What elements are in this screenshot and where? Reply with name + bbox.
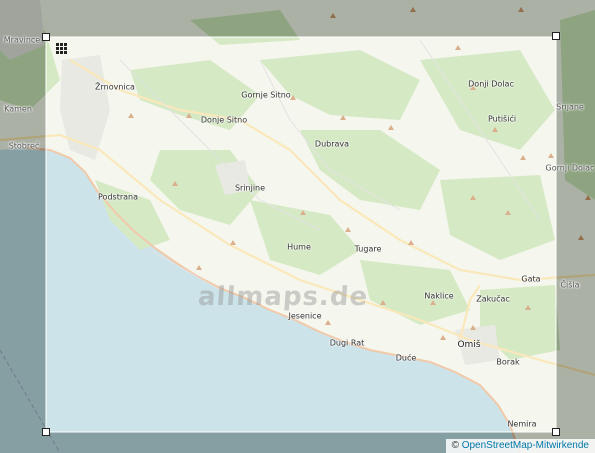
place-label-nemira: Nemira <box>507 419 537 429</box>
place-label-naklice: Naklice <box>424 291 454 301</box>
place-label-donje-sitno: Donje Sitno <box>200 115 248 125</box>
place-label-podstrana: Podstrana <box>98 192 138 202</box>
map-tiles <box>0 0 595 453</box>
place-label-mravince: Mravince <box>3 35 41 45</box>
copyright-symbol: © <box>451 440 459 451</box>
place-label-tugare: Tugare <box>354 244 382 254</box>
resize-handle-top-left[interactable] <box>42 33 50 41</box>
place-label-gornje-sitno: Gornje Sitno <box>241 90 291 100</box>
selection-area <box>45 36 557 433</box>
attribution-link[interactable]: OpenStreetMap-Mitwirkende <box>462 440 589 451</box>
place-label-srijane: Srijane <box>556 102 584 112</box>
place-label-omis: Omiš <box>457 340 481 350</box>
place-label-duce: Duće <box>395 353 417 363</box>
place-label-kamen: Kamen <box>4 104 32 114</box>
place-label-putisici: Putišići <box>487 114 517 124</box>
watermark: allmaps.de <box>196 282 370 312</box>
place-label-zrnovnica: Žrnovnica <box>95 82 135 92</box>
attribution: © OpenStreetMap-Mitwirkende <box>445 439 595 453</box>
place-label-dugi-rat: Dugi Rat <box>329 338 365 348</box>
resize-handle-bottom-right[interactable] <box>552 428 560 436</box>
place-label-gata: Gata <box>521 274 541 284</box>
place-label-jesenice: Jesenice <box>288 311 322 321</box>
place-label-srinjine: Srinjine <box>234 183 266 193</box>
place-label-gornji-dolac: Gornji Dolac <box>545 163 595 173</box>
map-view[interactable]: Mravince Kamen Stobreč Žrnovnica Gornje … <box>0 0 595 453</box>
resize-handle-top-right[interactable] <box>552 32 560 40</box>
place-label-dubrava: Dubrava <box>314 139 350 149</box>
place-label-zakucac: Zakučac <box>476 294 510 304</box>
grid-icon[interactable] <box>56 43 67 54</box>
place-label-donji-dolac: Donji Dolac <box>468 79 514 89</box>
resize-handle-bottom-left[interactable] <box>42 428 50 436</box>
place-label-cisla: Čišla <box>560 280 580 290</box>
place-label-borak: Borak <box>496 357 520 367</box>
place-label-hume: Hume <box>287 242 311 252</box>
place-label-stobrec: Stobreč <box>8 141 40 151</box>
